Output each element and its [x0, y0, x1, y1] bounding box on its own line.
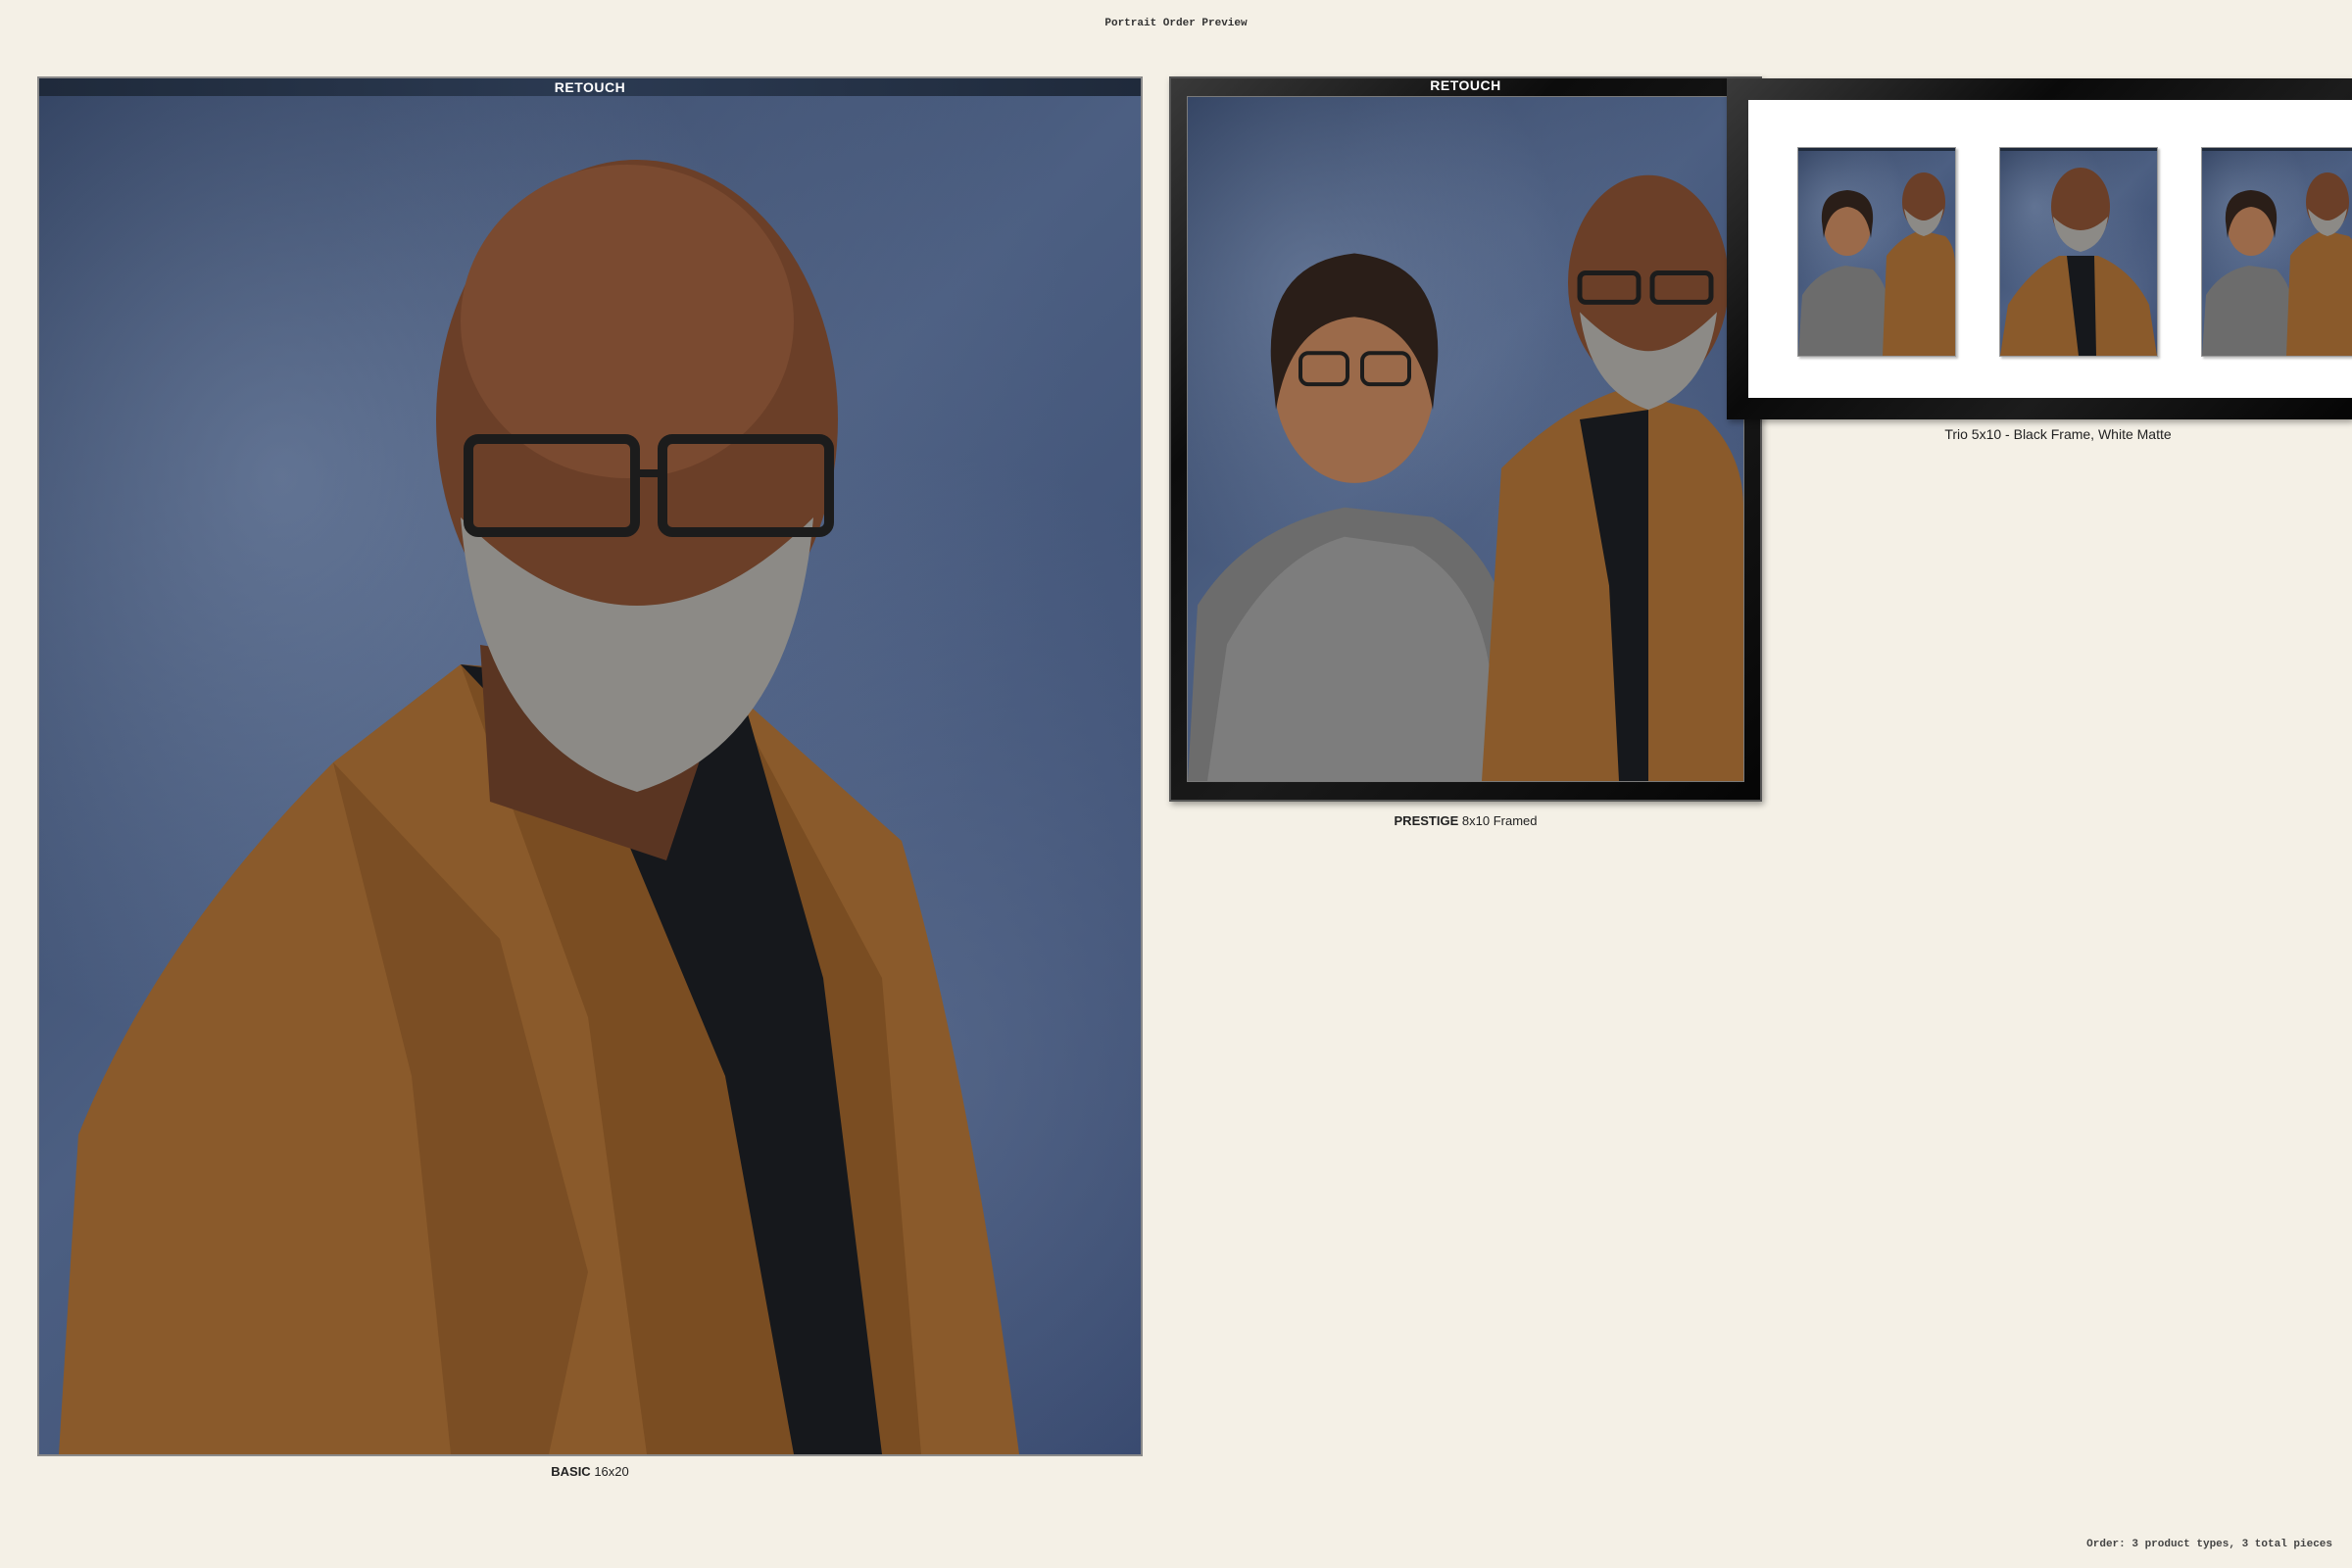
- retouch-badge: RETOUCH: [1430, 77, 1501, 93]
- portrait-photo-man: [39, 96, 1141, 1454]
- prestige-framed-preview[interactable]: RETOUCH: [1169, 76, 1762, 802]
- trio-white-matte: [1748, 100, 2352, 398]
- retouch-badge: RETOUCH: [39, 78, 1141, 96]
- portrait-couple-illustration: [1188, 174, 1743, 781]
- trio-photo-right-image: [2202, 148, 2352, 356]
- trio-photo-center-image: [2000, 148, 2157, 356]
- basic-size-label: 16x20: [594, 1464, 629, 1479]
- trio-center-illustration: [2000, 168, 2157, 356]
- mini-retouch-bar: [1798, 148, 1955, 151]
- trio-photo-couple-right: [2201, 147, 2352, 357]
- trio-photo-couple-left: [1797, 147, 1956, 357]
- prestige-photo-area: [1187, 96, 1744, 782]
- portrait-photo-couple: [1188, 97, 1743, 781]
- basic-tier-label: BASIC: [551, 1464, 591, 1479]
- trio-caption: Trio 5x10 - Black Frame, White Matte: [1944, 426, 2172, 442]
- trio-right-illustration: [2202, 172, 2352, 356]
- trio-left-illustration: [1798, 172, 1955, 356]
- portrait-man-illustration: [59, 160, 1019, 1454]
- basic-print-preview[interactable]: RETOUCH: [37, 76, 1143, 1456]
- trio-framed-preview[interactable]: [1727, 78, 2352, 419]
- prestige-caption: PRESTIGE 8x10 Framed: [1169, 813, 1762, 828]
- mini-retouch-bar: [2202, 148, 2352, 151]
- prestige-size-label: 8x10 Framed: [1461, 813, 1538, 828]
- mini-retouch-bar: [2000, 148, 2157, 151]
- trio-photo-man-center: [1999, 147, 2158, 357]
- order-summary: Order: 3 product types, 3 total pieces: [2086, 1539, 2332, 1550]
- trio-photo-left-image: [1798, 148, 1955, 356]
- basic-caption: BASIC 16x20: [37, 1464, 1143, 1479]
- page-title: Portrait Order Preview: [1104, 18, 1248, 29]
- prestige-tier-label: PRESTIGE: [1394, 813, 1459, 828]
